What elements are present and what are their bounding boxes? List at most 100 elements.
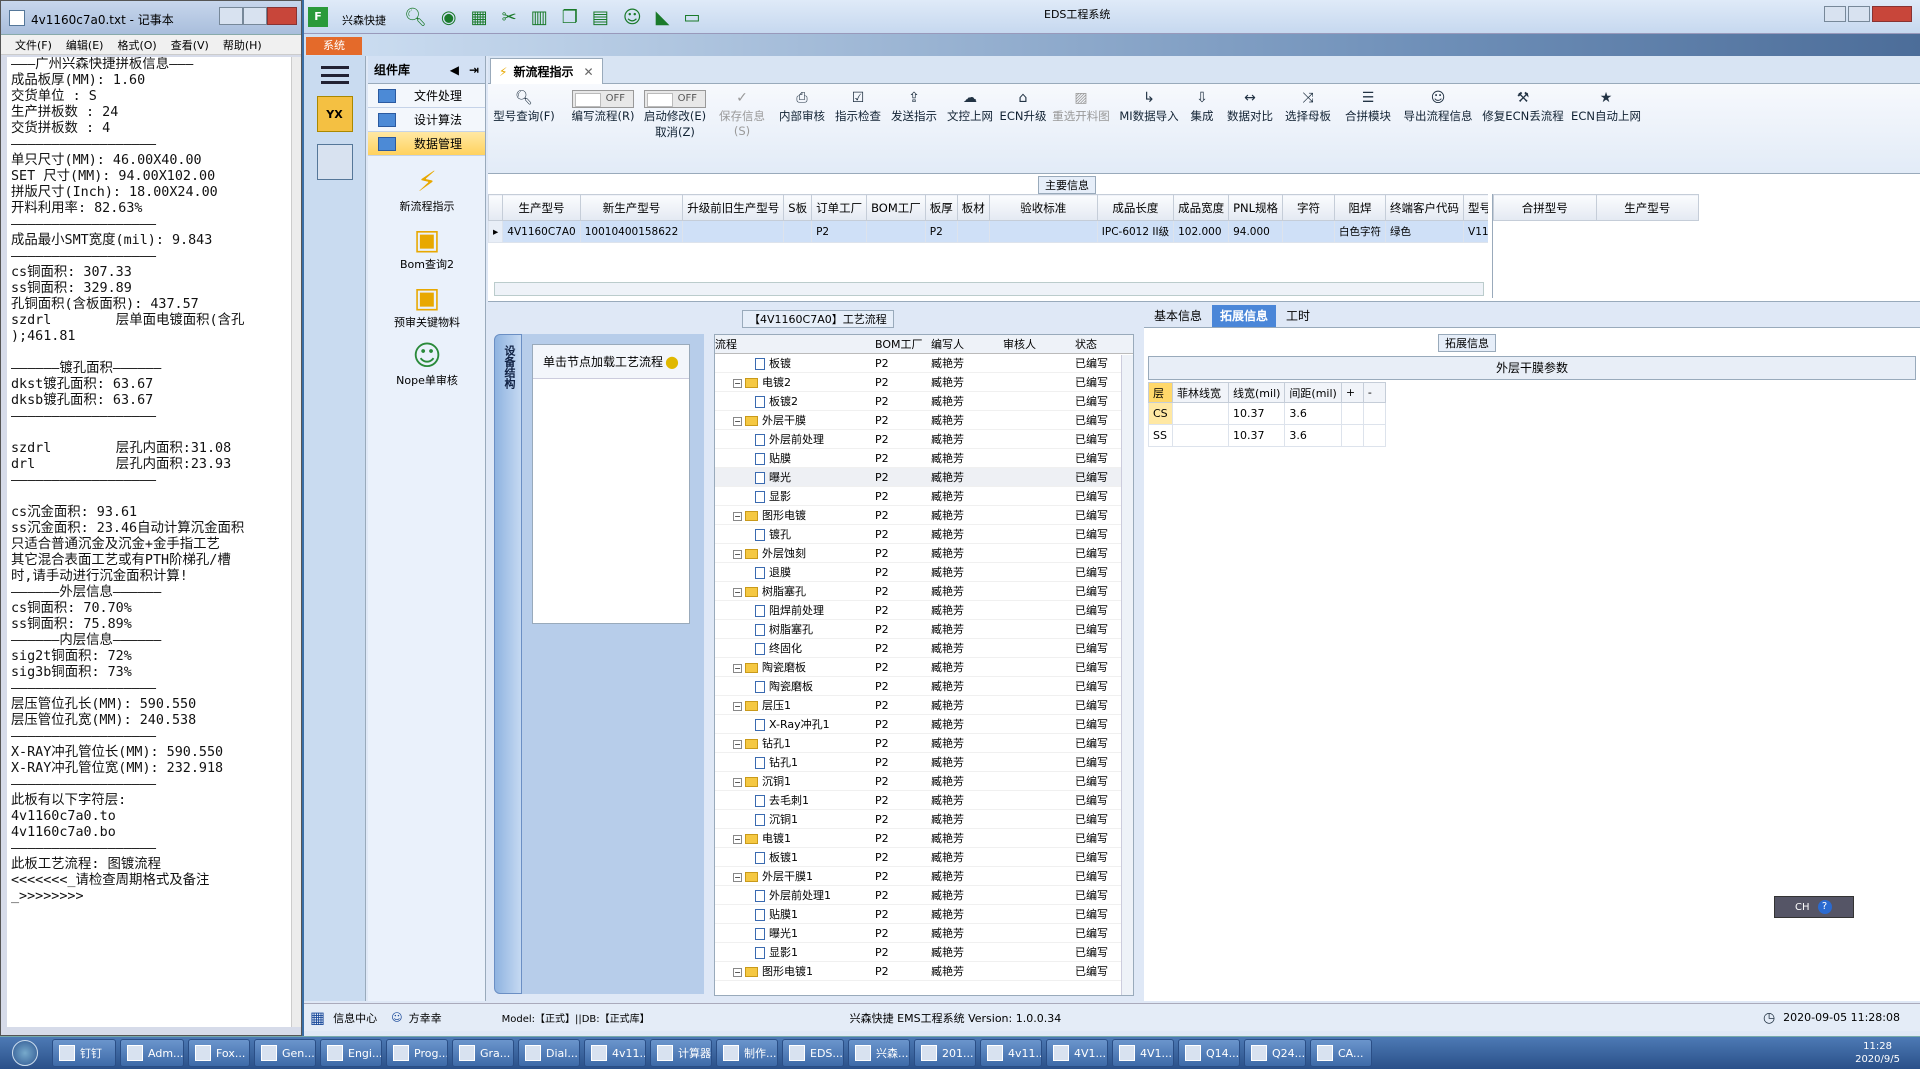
tree-node[interactable]: 树脂塞孔: [715, 621, 875, 637]
taskbar-item[interactable]: Fox...: [188, 1039, 250, 1067]
btn-start-edit[interactable]: OFF 启动修改(E) 取消(Z): [638, 90, 712, 140]
tree-row[interactable]: − 层压1 P2 臧艳芳 已编写: [715, 696, 1133, 715]
tree-node[interactable]: − 钻孔1: [715, 735, 875, 751]
tree-node[interactable]: − 电镀1: [715, 830, 875, 846]
tree-row[interactable]: X-Ray冲孔1 P2 臧艳芳 已编写: [715, 715, 1133, 734]
tree-row[interactable]: 板镀 P2 臧艳芳 已编写: [715, 354, 1133, 373]
tree-row[interactable]: 曝光 P2 臧艳芳 已编写: [715, 468, 1133, 487]
help-icon[interactable]: ?: [1817, 900, 1832, 914]
taskbar-item[interactable]: 钉钉: [52, 1039, 116, 1067]
collapse-icon[interactable]: −: [733, 739, 742, 749]
tree-row[interactable]: − 外层干膜1 P2 臧艳芳 已编写: [715, 867, 1133, 886]
app-minimize-button[interactable]: [1824, 6, 1846, 22]
tree-row[interactable]: 显影1 P2 臧艳芳 已编写: [715, 943, 1133, 962]
grid-cell[interactable]: [783, 220, 813, 243]
tree-row[interactable]: 板镀2 P2 臧艳芳 已编写: [715, 392, 1133, 411]
tree-node[interactable]: − 外层干膜: [715, 412, 875, 428]
btn-send[interactable]: ⇪ 发送指示: [886, 90, 942, 124]
btn-internal-review[interactable]: ⎙ 内部审核: [774, 90, 830, 124]
menu-view[interactable]: 查看(V): [171, 37, 209, 53]
tree-node[interactable]: 曝光1: [715, 925, 875, 941]
btn-mi-import[interactable]: ↳ MI数据导入: [1116, 90, 1182, 124]
grid-icon[interactable]: ▦: [471, 7, 488, 28]
tab-new-flow[interactable]: ⚡︎ 新流程指示 ✕: [490, 58, 603, 84]
start-edit-toggle[interactable]: OFF: [644, 90, 706, 108]
tree-node[interactable]: 沉铜1: [715, 811, 875, 827]
tree-node[interactable]: 退膜: [715, 564, 875, 580]
btn-select-mother[interactable]: ⤨ 选择母板: [1278, 90, 1338, 124]
btn-integrate[interactable]: ⇩ 集成: [1182, 90, 1222, 124]
taskbar-item[interactable]: 4v11...: [980, 1039, 1042, 1067]
grid-cell[interactable]: [682, 220, 785, 243]
taskbar-item[interactable]: CA...: [1310, 1039, 1372, 1067]
btn-ecn-upgrade[interactable]: ⌂ ECN升级: [998, 90, 1048, 124]
grid-col-header[interactable]: 字符: [1282, 194, 1336, 221]
collapse-icon[interactable]: −: [733, 777, 742, 787]
tree-row[interactable]: − 图形电镀 P2 臧艳芳 已编写: [715, 506, 1133, 525]
tree-row[interactable]: 外层前处理 P2 臧艳芳 已编写: [715, 430, 1133, 449]
close-icon[interactable]: ✕: [583, 65, 593, 79]
tree-node[interactable]: 曝光: [715, 469, 875, 485]
tree-node[interactable]: 贴膜1: [715, 906, 875, 922]
taskbar-item[interactable]: 计算器: [650, 1039, 712, 1067]
collapse-icon[interactable]: −: [733, 549, 742, 559]
ext-col-header[interactable]: -: [1362, 382, 1386, 403]
side-tab[interactable]: 设备结构: [494, 334, 522, 994]
taskbar-item[interactable]: Q14...: [1178, 1039, 1240, 1067]
table-icon[interactable]: ▤: [592, 7, 609, 28]
grid-cell[interactable]: 绿色: [1385, 220, 1465, 243]
tool-new-flow[interactable]: ⚡︎ 新流程指示: [368, 166, 486, 214]
component-file[interactable]: 文件处理: [368, 84, 485, 108]
grid-cell[interactable]: 94.000: [1228, 220, 1284, 243]
tree-node[interactable]: − 外层干膜1: [715, 868, 875, 884]
grid-cell[interactable]: [1282, 220, 1336, 243]
chart-icon[interactable]: ◣: [656, 7, 670, 28]
tree-row[interactable]: 贴膜 P2 臧艳芳 已编写: [715, 449, 1133, 468]
pin-icon[interactable]: ⇥: [469, 63, 479, 77]
tree-row[interactable]: 阻焊前处理 P2 臧艳芳 已编写: [715, 601, 1133, 620]
tree-row[interactable]: 去毛刺1 P2 臧艳芳 已编写: [715, 791, 1133, 810]
btn-fix-ecn[interactable]: ⚒ 修复ECN丢流程: [1480, 90, 1566, 124]
taskbar-item[interactable]: EDS...: [782, 1039, 844, 1067]
grid-col-header[interactable]: 阻焊: [1334, 194, 1387, 221]
ext-cell[interactable]: [1172, 424, 1229, 447]
grid-col-header[interactable]: 板厚: [924, 194, 958, 221]
info-center[interactable]: 信息中心: [333, 1010, 377, 1026]
grid-cell[interactable]: P2: [924, 220, 958, 243]
taskbar-item[interactable]: Gen...: [254, 1039, 316, 1067]
tree-node[interactable]: − 层压1: [715, 697, 875, 713]
tree-row[interactable]: 板镀1 P2 臧艳芳 已编写: [715, 848, 1133, 867]
tree-node[interactable]: − 陶瓷磨板: [715, 659, 875, 675]
notepad-scrollbar[interactable]: [291, 57, 301, 1027]
ext-cell[interactable]: [1362, 402, 1386, 425]
tree-node[interactable]: 显影1: [715, 944, 875, 960]
btn-export-flow[interactable]: ☺ 导出流程信息: [1398, 90, 1478, 124]
tree-node[interactable]: X-Ray冲孔1: [715, 716, 875, 732]
tool-prereview[interactable]: ▣ 预审关键物料: [368, 282, 486, 330]
ime-bar[interactable]: CH ?: [1774, 896, 1854, 918]
tree-row[interactable]: 显影 P2 臧艳芳 已编写: [715, 487, 1133, 506]
taskbar-item[interactable]: Engi...: [320, 1039, 382, 1067]
tree-row[interactable]: 外层前处理1 P2 臧艳芳 已编写: [715, 886, 1133, 905]
tree-node[interactable]: 板镀2: [715, 393, 875, 409]
grid-col-header[interactable]: 订单工厂: [811, 194, 868, 221]
component-algorithm[interactable]: 设计算法: [368, 108, 485, 132]
btn-write-flow[interactable]: OFF 编写流程(R): [568, 90, 638, 124]
ext-cell[interactable]: [1172, 402, 1229, 425]
tree-row[interactable]: − 树脂塞孔 P2 臧艳芳 已编写: [715, 582, 1133, 601]
tree-row[interactable]: − 外层蚀刻 P2 臧艳芳 已编写: [715, 544, 1133, 563]
grid-h-scrollbar[interactable]: [494, 282, 1484, 296]
taskbar-item[interactable]: Dial...: [518, 1039, 580, 1067]
tab-basic-info[interactable]: 基本信息: [1146, 305, 1210, 327]
tree-col-header[interactable]: BOM工厂: [875, 336, 931, 352]
panel-icon[interactable]: ▥: [531, 7, 548, 28]
tree-row[interactable]: − 图形电镀1 P2 臧艳芳 已编写: [715, 962, 1133, 981]
tree-row[interactable]: 曝光1 P2 臧艳芳 已编写: [715, 924, 1133, 943]
taskbar-item[interactable]: 兴森...: [848, 1039, 910, 1067]
taskbar-item[interactable]: Adm...: [120, 1039, 184, 1067]
calculator-icon[interactable]: [316, 144, 353, 180]
ext-cell[interactable]: SS: [1148, 424, 1173, 447]
tree-node[interactable]: 外层前处理: [715, 431, 875, 447]
tree-row[interactable]: 终固化 P2 臧艳芳 已编写: [715, 639, 1133, 658]
monitor-icon[interactable]: ▭: [683, 7, 700, 28]
